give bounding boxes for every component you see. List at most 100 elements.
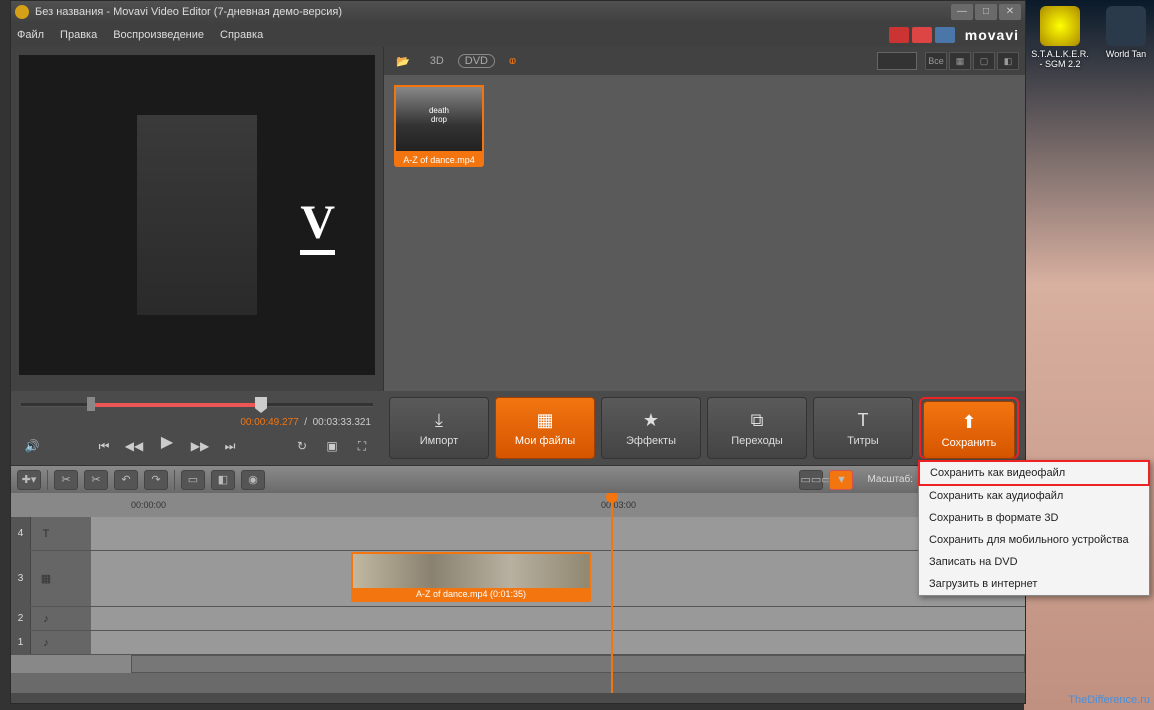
step-back-button[interactable]: ◀◀	[123, 435, 145, 457]
track-controls[interactable]	[61, 551, 91, 606]
seek-handle[interactable]	[255, 397, 267, 413]
media-panel: 📂 3D DVD ⱷ Все ▦ ▢ ◧ A-Z of dance.mp4	[383, 47, 1025, 391]
track-type-audio-icon[interactable]: ♪	[31, 607, 61, 630]
preview-overlay-text: V	[300, 195, 335, 255]
vk-icon[interactable]	[935, 27, 955, 43]
3d-button[interactable]: 3D	[424, 53, 450, 69]
tab-effects[interactable]: ★ Эффекты	[601, 397, 701, 459]
storyboard-button[interactable]: ▭▭▭	[799, 470, 823, 490]
record-button[interactable]: ◉	[241, 470, 265, 490]
track-2: 2 ♪	[11, 607, 1025, 631]
effects-icon[interactable]: ⱷ	[503, 53, 522, 69]
timeline-view-button[interactable]: ▼	[829, 470, 853, 490]
menu-file[interactable]: Файл	[17, 29, 44, 41]
preview-canvas[interactable]: V	[19, 55, 375, 375]
filter-video-icon[interactable]: ▦	[949, 52, 971, 70]
track-type-video-icon[interactable]: ▦	[31, 551, 61, 606]
tab-save[interactable]: ⬆ Сохранить	[923, 401, 1015, 459]
track-number: 3	[11, 551, 31, 606]
prev-frame-button[interactable]: ⏮	[93, 435, 115, 457]
redo-button[interactable]: ↷	[144, 470, 168, 490]
in-marker[interactable]	[87, 397, 95, 411]
googleplus-icon[interactable]	[912, 27, 932, 43]
add-track-button[interactable]: ✚▾	[17, 470, 41, 490]
cut-button[interactable]: ✂	[54, 470, 78, 490]
loop-button[interactable]: ↻	[291, 435, 313, 457]
youtube-icon[interactable]	[889, 27, 909, 43]
fullscreen-button[interactable]: ⛶	[351, 435, 373, 457]
effects-icon: ★	[643, 410, 659, 431]
track-controls[interactable]	[61, 517, 91, 550]
save-icon: ⬆	[961, 412, 976, 433]
track-lane[interactable]	[91, 517, 1025, 550]
tab-my-files[interactable]: ▦ Мои файлы	[495, 397, 595, 459]
track-lane[interactable]	[91, 607, 1025, 630]
track-type-title-icon[interactable]: T	[31, 517, 61, 550]
view-mode-dropdown[interactable]	[877, 52, 917, 70]
tab-label: Мои файлы	[515, 435, 575, 447]
brand-logo: movavi	[965, 27, 1019, 43]
playhead[interactable]	[611, 493, 613, 693]
track-lane[interactable]	[91, 631, 1025, 654]
menu-help[interactable]: Справка	[220, 29, 263, 41]
browse-button[interactable]: 📂	[390, 53, 416, 70]
horizontal-scrollbar[interactable]	[131, 655, 1025, 673]
tab-label: Эффекты	[626, 435, 676, 447]
split-button[interactable]: ✂	[84, 470, 108, 490]
watermark: TheDifference.ru	[1068, 694, 1150, 706]
save-mobile-item[interactable]: Сохранить для мобильного устройства	[919, 529, 1149, 551]
properties-button[interactable]: ▭	[181, 470, 205, 490]
track-number: 4	[11, 517, 31, 550]
track-4: 4 T	[11, 517, 1025, 551]
filter-image-icon[interactable]: ▢	[973, 52, 995, 70]
tab-label: Титры	[847, 435, 878, 447]
media-bin[interactable]: A-Z of dance.mp4	[384, 75, 1025, 391]
app-icon	[15, 5, 29, 19]
track-lane[interactable]: A-Z of dance.mp4 (0:01:35)	[91, 551, 1025, 606]
save-3d-item[interactable]: Сохранить в формате 3D	[919, 507, 1149, 529]
track-controls[interactable]	[61, 631, 91, 654]
track-controls[interactable]	[61, 607, 91, 630]
save-as-video-item[interactable]: Сохранить как видеофайл	[918, 460, 1150, 486]
timeline-toolbar: ✚▾ ✂ ✂ ↶ ↷ ▭ ◧ ◉ ▭▭▭ ▼ Масштаб: ⊡	[11, 465, 1025, 493]
menu-playback[interactable]: Воспроизведение	[113, 29, 204, 41]
seek-bar[interactable]	[17, 395, 377, 415]
titles-icon: T	[858, 410, 869, 431]
track-number: 1	[11, 631, 31, 654]
ruler-tick: 00:03:00	[601, 500, 636, 510]
desktop-icon-stalker[interactable]: S.T.A.L.K.E.R. - SGM 2.2	[1030, 6, 1090, 69]
maximize-button[interactable]: □	[975, 4, 997, 20]
time-current: 00:00:49.277	[240, 417, 298, 428]
tab-import[interactable]: ⤓ Импорт	[389, 397, 489, 459]
play-button[interactable]: ▶	[153, 432, 181, 460]
video-clip[interactable]: A-Z of dance.mp4 (0:01:35)	[351, 552, 591, 602]
step-forward-button[interactable]: ▶▶	[189, 435, 211, 457]
burn-dvd-item[interactable]: Записать на DVD	[919, 551, 1149, 573]
crop-tool-button[interactable]: ◧	[211, 470, 235, 490]
media-clip[interactable]: A-Z of dance.mp4	[394, 85, 484, 167]
radiation-icon	[1040, 6, 1080, 46]
timeline-ruler[interactable]: 00:00:00 00:03:00	[11, 493, 1025, 517]
dvd-button[interactable]: DVD	[458, 54, 495, 68]
minimize-button[interactable]: —	[951, 4, 973, 20]
desktop-icon-wot[interactable]: World Tan	[1096, 6, 1154, 59]
track-type-audio-icon[interactable]: ♪	[31, 631, 61, 654]
menu-edit[interactable]: Правка	[60, 29, 97, 41]
upload-item[interactable]: Загрузить в интернет	[919, 573, 1149, 595]
next-frame-button[interactable]: ⏭	[219, 435, 241, 457]
volume-button[interactable]: 🔊	[21, 435, 43, 457]
undo-button[interactable]: ↶	[114, 470, 138, 490]
tab-transitions[interactable]: ⧉ Переходы	[707, 397, 807, 459]
main-tabs: ⤓ Импорт ▦ Мои файлы ★ Эффекты ⧉ Переход…	[383, 391, 1025, 465]
titlebar[interactable]: Без названия - Movavi Video Editor (7-дн…	[11, 1, 1025, 23]
save-as-audio-item[interactable]: Сохранить как аудиофайл	[919, 485, 1149, 507]
close-button[interactable]: ✕	[999, 4, 1021, 20]
tank-icon	[1106, 6, 1146, 46]
filter-audio-icon[interactable]: ◧	[997, 52, 1019, 70]
crop-button[interactable]: ▣	[321, 435, 343, 457]
ruler-tick: 00:00:00	[131, 500, 166, 510]
desktop-background: S.T.A.L.K.E.R. - SGM 2.2 World Tan	[1024, 0, 1154, 710]
filter-all[interactable]: Все	[925, 52, 947, 70]
tab-titles[interactable]: T Титры	[813, 397, 913, 459]
desktop-icon-label: World Tan	[1106, 49, 1146, 59]
